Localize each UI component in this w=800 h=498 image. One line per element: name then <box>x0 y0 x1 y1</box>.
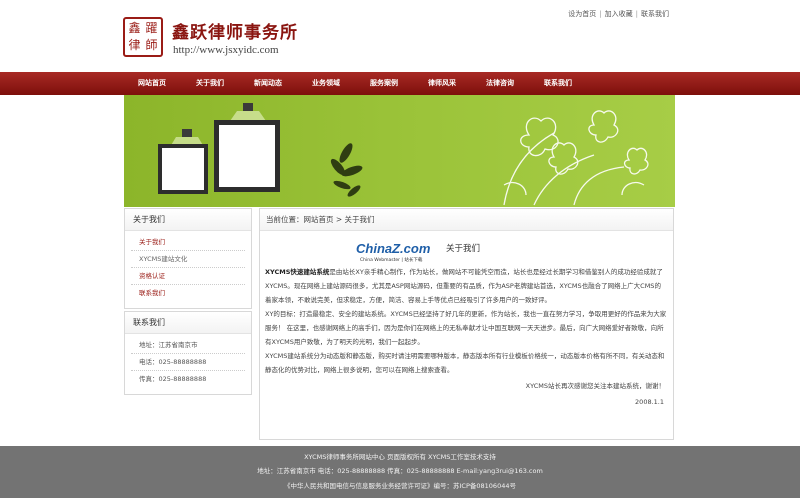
breadcrumb: 当前位置：网站首页 > 关于我们 <box>260 209 673 231</box>
lead-bold: XYCMS快速建站系统 <box>265 268 330 276</box>
contact-phone: 电话：025-88888888 <box>131 354 245 371</box>
sidebar-item-about[interactable]: 关于我们 <box>131 234 245 251</box>
top-link-homepage[interactable]: 设为首页 <box>568 10 596 18</box>
contact-list: 地址：江苏省南京市 电话：025-88888888 传真：025-8888888… <box>125 334 251 394</box>
lamp-large-icon <box>243 103 253 111</box>
contact-fax: 传真：025-88888888 <box>139 375 207 383</box>
about-box-title: 关于我们 <box>125 209 251 231</box>
footer-icp[interactable]: 《中华人民共和国电信与信息服务业务经营许可证》编号：苏ICP备08106044号 <box>0 480 800 490</box>
nav-item-lawyers[interactable]: 律师风采 <box>415 72 473 95</box>
paragraph-2: XY的目标：打造最稳定、安全的建站系统。XYCMS已经坚持了好几年的更新，作为站… <box>265 310 667 346</box>
logo-char: 師 <box>145 38 158 52</box>
signature: XYCMS站长再次感谢您关注本建站系统，谢谢！ <box>525 382 665 390</box>
nav-item-news[interactable]: 新闻动态 <box>241 72 299 95</box>
article-title: 关于我们 <box>446 244 481 254</box>
about-box: 关于我们 关于我们 XYCMS建站文化 资格认证 联系我们 <box>124 208 252 309</box>
contact-box: 联系我们 地址：江苏省南京市 电话：025-88888888 传真：025-88… <box>124 311 252 395</box>
contact-box-title: 联系我们 <box>125 312 251 334</box>
site-name: 鑫跃律师事务所 <box>172 23 298 43</box>
logo-seal[interactable]: 鑫躍 律師 <box>123 17 163 57</box>
nav-item-cases[interactable]: 服务案例 <box>357 72 415 95</box>
sidebar-item-culture[interactable]: XYCMS建站文化 <box>131 251 245 268</box>
frame-small-inner <box>162 148 204 190</box>
page: 鑫躍 律師 鑫跃律师事务所 http://www.jsxyidc.com 设为首… <box>0 0 800 498</box>
top-link-favorite[interactable]: 加入收藏 <box>605 10 633 18</box>
sidebar: 关于我们 关于我们 XYCMS建站文化 资格认证 联系我们 联系我们 地址：江苏… <box>124 208 252 395</box>
watermark-brand: ChinaZ.com <box>356 241 431 256</box>
separator: | <box>635 10 638 18</box>
top-links: 设为首页 | 加入收藏 | 联系我们 <box>568 9 669 19</box>
main-nav: 网站首页 关于我们 新闻动态 业务领域 服务案例 律师风采 法律咨询 联系我们 <box>0 72 800 95</box>
footer: XYCMS律师事务所网站中心 页面版权所有 XYCMS工作室技术支持 地址：江苏… <box>0 446 800 498</box>
article-date: 2008.1.1 <box>635 398 664 406</box>
frame-large-inner <box>219 125 275 187</box>
sidebar-item-contact[interactable]: 联系我们 <box>131 285 245 302</box>
logo-char: 律 <box>128 38 141 52</box>
logo-char: 躍 <box>145 21 158 35</box>
article-body: XYCMS快速建站系统是由站长XY亲手精心制作，作为站长，做网站不可能凭空而造，… <box>260 265 673 377</box>
nav-item-about[interactable]: 关于我们 <box>183 72 241 95</box>
watermark-sub: China Webmaster | 站长下载 <box>360 258 423 263</box>
paragraph-1: XYCMS快速建站系统是由站长XY亲手精心制作，作为站长，做网站不可能凭空而造，… <box>265 265 667 307</box>
dark-leaves-icon <box>330 143 363 197</box>
contact-address: 地址：江苏省南京市 <box>131 337 245 354</box>
footer-copyright: XYCMS律师事务所网站中心 页面版权所有 XYCMS工作室技术支持 <box>304 453 496 461</box>
article-header: ChinaZ.com China Webmaster | 站长下载 关于我们 <box>260 237 673 265</box>
logo-char: 鑫 <box>128 21 141 35</box>
nav-item-contact[interactable]: 联系我们 <box>531 72 589 95</box>
paragraph-3: XYCMS建站系统分为动态版和静态版，购买时请注明需要哪种版本，静态版本所有行业… <box>265 352 665 374</box>
main-content: 当前位置：网站首页 > 关于我们 ChinaZ.com China Webmas… <box>259 208 674 440</box>
white-flowers-icon <box>503 110 649 206</box>
header: 鑫躍 律師 鑫跃律师事务所 http://www.jsxyidc.com 设为首… <box>0 0 800 72</box>
top-link-contact[interactable]: 联系我们 <box>641 10 669 18</box>
nav-item-home[interactable]: 网站首页 <box>125 72 183 95</box>
lamp-small-icon <box>182 129 192 137</box>
about-list: 关于我们 XYCMS建站文化 资格认证 联系我们 <box>125 231 251 308</box>
nav-item-consult[interactable]: 法律咨询 <box>473 72 531 95</box>
footer-contact: 地址：江苏省南京市 电话：025-88888888 传真：025-8888888… <box>257 467 543 475</box>
sidebar-item-certification[interactable]: 资格认证 <box>131 268 245 285</box>
nav-item-business[interactable]: 业务领域 <box>299 72 357 95</box>
banner <box>124 95 675 207</box>
lamp-light-large <box>230 111 266 121</box>
site-url: http://www.jsxyidc.com <box>173 44 279 56</box>
banner-illustration <box>158 103 649 206</box>
separator: | <box>599 10 602 18</box>
chinaz-watermark: ChinaZ.com China Webmaster | 站长下载 <box>356 241 440 265</box>
